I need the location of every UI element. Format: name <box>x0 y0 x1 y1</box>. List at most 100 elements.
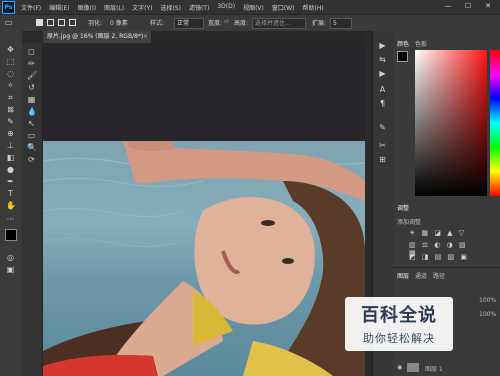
layer-name: 图层 1 <box>425 366 443 373</box>
swap-icon[interactable]: ⇄ <box>224 18 229 25</box>
menu-help[interactable]: 帮助(H) <box>303 3 324 12</box>
watermark-title: 百科全说 <box>361 305 437 326</box>
lasso-icon[interactable]: ◌ <box>6 69 15 78</box>
maximize-button[interactable]: ☐ <box>462 2 474 11</box>
portrait-photo <box>43 141 365 376</box>
layer-row[interactable]: ◉ 图层 1 <box>393 361 500 374</box>
more-tools-icon[interactable]: ··· <box>6 215 15 224</box>
menu-image[interactable]: 图像(I) <box>78 3 96 12</box>
info-icon[interactable]: ▶ <box>378 69 387 78</box>
magic-wand-icon[interactable]: ✧ <box>6 81 15 90</box>
menu-type[interactable]: 文字(Y) <box>132 3 152 12</box>
eyedropper-icon[interactable]: ✎ <box>6 117 15 126</box>
feather-value[interactable]: 0 像素 <box>110 18 128 27</box>
zoom-icon[interactable]: 🔍 <box>27 143 37 152</box>
path-select-icon[interactable]: ↖ <box>27 119 36 128</box>
clone-source-icon[interactable]: ⊞ <box>378 155 387 164</box>
properties-icon[interactable]: ⇆ <box>378 55 387 64</box>
menu-bar: Ps 文件(F) 编辑(E) 图像(I) 图层(L) 文字(Y) 选择(S) 滤… <box>0 0 500 14</box>
tools-panel: ✥ ⬚ ◌ ✧ ⌗ ⊠ ✎ ⊕ ⊥ ◧ ● ✒ T ✋ ··· ◎ ▣ <box>0 31 23 376</box>
swatches-panel-tab[interactable]: 色板 <box>415 39 427 48</box>
healing-icon[interactable]: ⊕ <box>6 129 15 138</box>
document-tab-bar: 原片.jpg @ 16% (图层 2, RGB/8*) × <box>43 31 365 43</box>
document-tab[interactable]: 原片.jpg @ 16% (图层 2, RGB/8*) × <box>43 31 152 43</box>
foreground-color-swatch[interactable] <box>5 229 17 241</box>
dodge-icon[interactable]: ● <box>6 165 15 174</box>
quick-select-icon[interactable]: ✏ <box>27 59 36 68</box>
character-icon[interactable]: A <box>378 85 387 94</box>
eraser-icon[interactable]: ◧ <box>6 153 15 162</box>
brush-icon[interactable]: 🖌 <box>27 71 37 80</box>
width-label: 宽度: <box>208 20 223 27</box>
document-tab-title: 原片.jpg @ 16% (图层 2, RGB/8*) <box>47 33 144 40</box>
main-menu: 文件(F) 编辑(E) 图像(I) 图层(L) 文字(Y) 选择(S) 滤镜(T… <box>21 3 332 12</box>
adjustments-panel-tab[interactable]: 调整 <box>397 203 409 212</box>
extra-label: 扩展: <box>312 20 327 27</box>
frame-icon[interactable]: ⊠ <box>6 105 15 114</box>
pen-icon[interactable]: ✒ <box>6 177 15 186</box>
artboard-icon[interactable]: ◻ <box>27 47 36 56</box>
gradient-icon[interactable]: ▦ <box>27 95 36 104</box>
close-button[interactable]: ✕ <box>482 2 494 11</box>
secondary-tools-panel: ◻ ✏ 🖌 ↺ ▦ 💧 ↖ ▭ 🔍 ⟳ <box>22 43 43 376</box>
layer-thumbnail <box>407 363 419 372</box>
tool-presets-icon[interactable]: ✂ <box>378 141 387 150</box>
type-icon[interactable]: T <box>6 189 15 198</box>
adjustment-icons-row-3[interactable]: ◩ ◨ ▤ ▧ ▣ <box>409 253 479 261</box>
quick-mask-icon[interactable]: ◎ <box>6 253 15 262</box>
opacity-value[interactable]: 100% <box>479 297 496 304</box>
rotate-view-icon[interactable]: ⟳ <box>27 155 36 164</box>
add-selection-icon[interactable] <box>47 19 54 26</box>
layers-panel-tab[interactable]: 图层 <box>397 271 409 280</box>
menu-layer[interactable]: 图层(L) <box>104 3 124 12</box>
marquee-icon[interactable]: ⬚ <box>6 57 15 66</box>
hand-icon[interactable]: ✋ <box>6 201 16 210</box>
paragraph-icon[interactable]: ¶ <box>378 99 387 108</box>
stamp-icon[interactable]: ⊥ <box>6 141 15 150</box>
menu-3d[interactable]: 3D(D) <box>217 3 235 12</box>
channels-panel-tab[interactable]: 通道 <box>415 271 427 280</box>
shape-icon[interactable]: ▭ <box>27 131 36 140</box>
subtract-selection-icon[interactable] <box>58 19 65 26</box>
fill-value[interactable]: 100% <box>479 311 496 318</box>
add-adjustment-label: 添加调整 <box>397 219 422 226</box>
color-panel-foreground[interactable] <box>397 51 408 62</box>
layer-visibility-icon[interactable]: ◉ <box>397 364 402 371</box>
marquee-tool-preset-icon[interactable]: ▭ <box>4 18 13 27</box>
canvas-area[interactable] <box>43 43 365 376</box>
new-selection-icon[interactable] <box>36 19 43 26</box>
options-bar: ▭ 羽化: 0 像素 样式: 正常 宽度: ⇄ 高度: 选择并遮住... 扩展:… <box>0 14 500 32</box>
menu-file[interactable]: 文件(F) <box>21 3 41 12</box>
menu-select[interactable]: 选择(S) <box>160 3 181 12</box>
panel-divider <box>393 267 500 268</box>
move-icon[interactable]: ✥ <box>6 45 15 54</box>
extra-value[interactable]: 5 <box>330 18 352 29</box>
style-label: 样式: <box>150 20 165 27</box>
menu-window[interactable]: 窗口(W) <box>272 3 295 12</box>
window-controls: — ☐ ✕ <box>434 2 494 11</box>
height-label: 高度: <box>234 20 249 27</box>
menu-edit[interactable]: 编辑(E) <box>49 3 69 12</box>
close-tab-icon[interactable]: × <box>143 31 148 43</box>
hue-slider[interactable] <box>490 50 500 196</box>
color-picker-field[interactable] <box>415 50 487 196</box>
watermark-logo: 百科全说 助你轻松解决 <box>345 297 453 351</box>
color-panel-tab[interactable]: 颜色 <box>397 39 409 48</box>
feather-label: 羽化: <box>88 20 103 27</box>
brush-settings-icon[interactable]: ✎ <box>378 123 387 132</box>
select-and-mask-button[interactable]: 选择并遮住... <box>252 18 306 29</box>
adjustment-icons-row-1[interactable]: ☀ ▦ ◪ ▲ ▽ <box>409 229 479 237</box>
crop-icon[interactable]: ⌗ <box>6 93 15 102</box>
screen-mode-icon[interactable]: ▣ <box>6 265 15 274</box>
app-logo: Ps <box>2 0 15 14</box>
paths-panel-tab[interactable]: 路径 <box>433 271 445 280</box>
minimize-button[interactable]: — <box>442 2 454 11</box>
document-image <box>43 141 365 376</box>
blur-icon[interactable]: 💧 <box>27 107 37 116</box>
menu-filter[interactable]: 滤镜(T) <box>189 3 209 12</box>
style-select[interactable]: 正常 <box>174 18 204 29</box>
history-icon[interactable]: ▶ <box>378 41 387 50</box>
menu-view[interactable]: 视图(V) <box>243 3 264 12</box>
intersect-selection-icon[interactable] <box>69 19 76 26</box>
history-brush-icon[interactable]: ↺ <box>27 83 36 92</box>
